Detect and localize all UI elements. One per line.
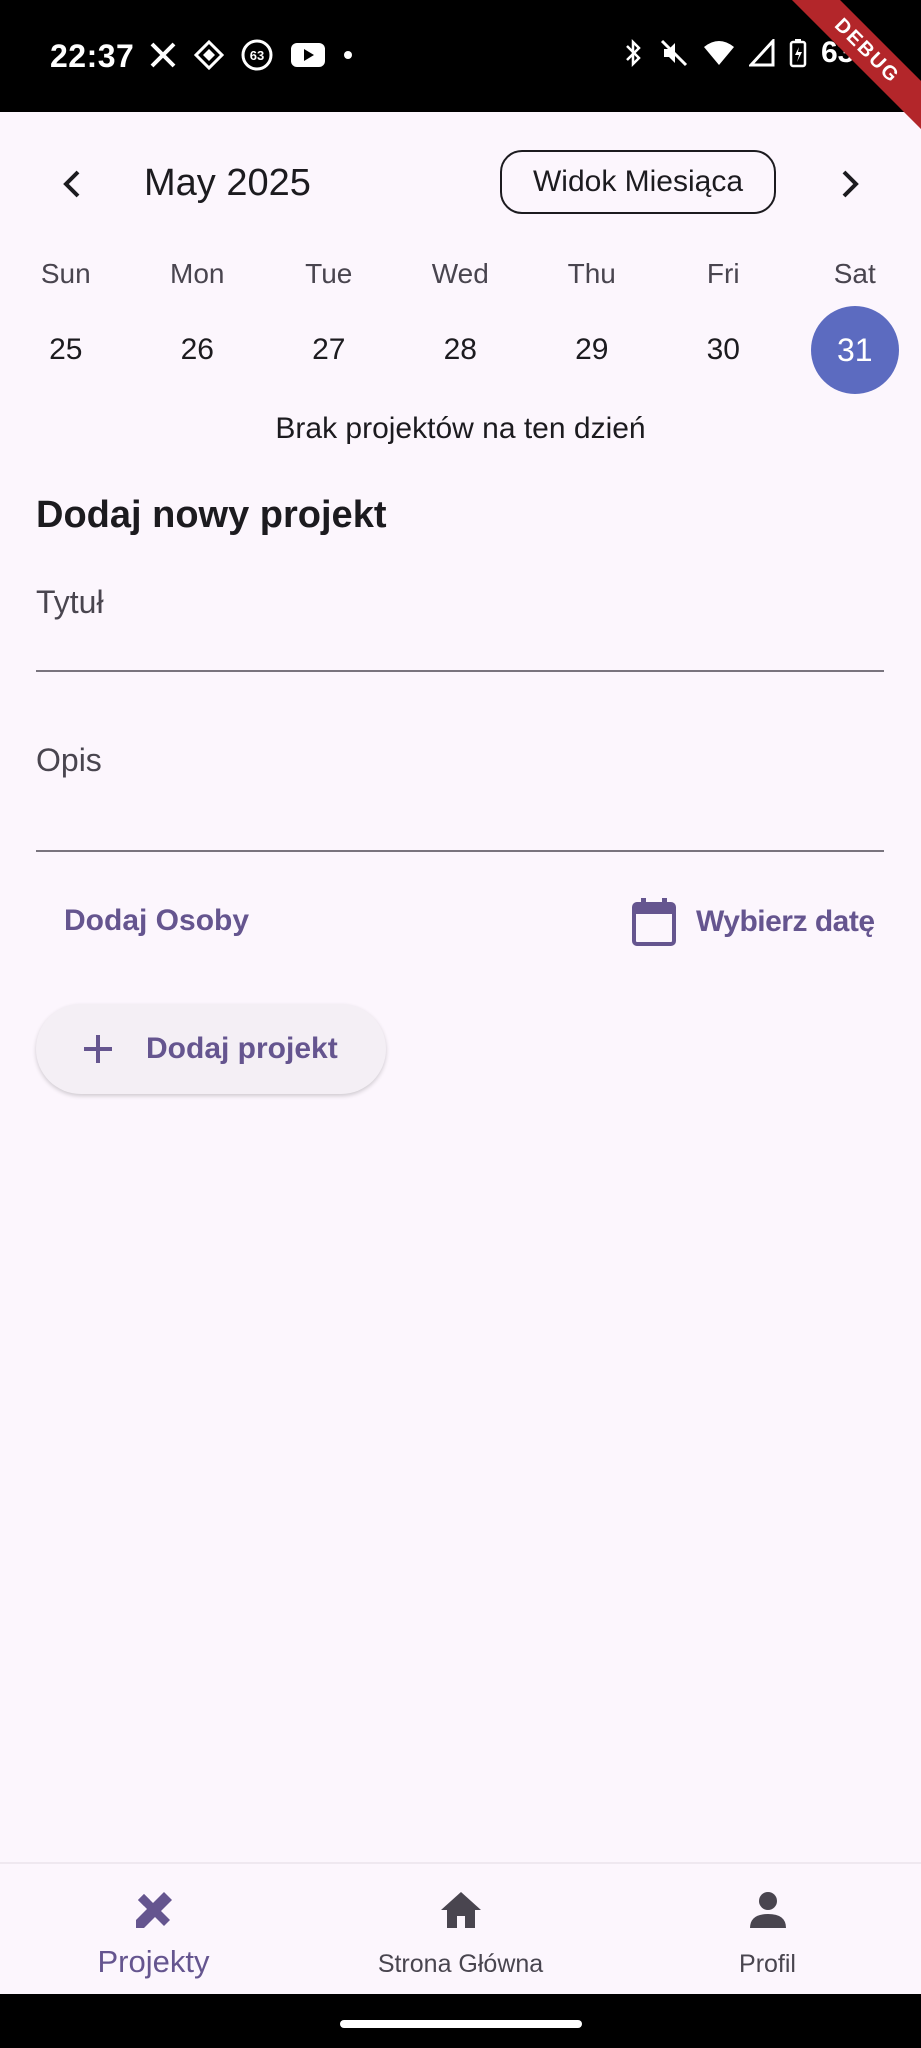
bluetooth-icon: [626, 38, 641, 68]
calendar-icon: [632, 898, 676, 946]
nav-item-projects[interactable]: Projekty: [0, 1864, 307, 1996]
pick-date-label: Wybierz datę: [696, 905, 875, 938]
diamond-app-icon: [194, 40, 224, 70]
title-field[interactable]: Tytuł: [36, 584, 884, 672]
description-field[interactable]: Opis: [36, 742, 884, 852]
weekday-row: Sun Mon Tue Wed Thu Fri Sat: [0, 258, 921, 290]
youtube-icon: [291, 43, 325, 67]
title-field-label: Tytuł: [36, 584, 104, 620]
tools-icon: [135, 1892, 172, 1928]
nav-label-home: Strona Główna: [377, 1950, 544, 1978]
counter-badge-icon: 63: [241, 39, 273, 71]
chevron-left-icon[interactable]: [52, 164, 92, 204]
day-cell[interactable]: 30: [658, 308, 790, 392]
weekday-label: Fri: [706, 258, 740, 289]
weekday-label: Sun: [40, 258, 91, 289]
day-cell[interactable]: 29: [526, 308, 658, 392]
description-field-label: Opis: [36, 742, 102, 778]
day-cell[interactable]: 25: [0, 308, 132, 392]
nav-label-projects: Projekty: [97, 1944, 210, 1979]
plus-icon: [84, 1035, 112, 1063]
month-view-button[interactable]: Widok Miesiąca: [500, 150, 776, 214]
day-cell[interactable]: 28: [395, 308, 527, 392]
selected-day-number: 31: [836, 332, 873, 368]
x-app-icon: [150, 42, 176, 68]
status-bar: 22:37 63 63% DEBUG: [0, 0, 921, 141]
day-row: 25 26 27 28 29 30 31: [0, 306, 921, 394]
signal-icon: [748, 39, 775, 67]
svg-text:63: 63: [250, 48, 264, 63]
section-title: Dodaj nowy projekt: [36, 494, 387, 536]
dot-icon: [344, 51, 352, 59]
battery-icon: [789, 39, 807, 68]
day-cell[interactable]: 27: [263, 308, 395, 392]
mute-icon: [660, 39, 688, 67]
person-icon: [749, 1892, 786, 1928]
status-time: 22:37: [50, 38, 135, 74]
weekday-label: Wed: [431, 258, 489, 289]
bottom-navigation: Projekty Strona Główna Profil: [0, 1862, 921, 1996]
gesture-bar: [0, 1994, 921, 2048]
home-icon: [440, 1892, 481, 1928]
empty-state-message: Brak projektów na ten dzień: [275, 412, 646, 445]
weekday-label: Tue: [305, 258, 353, 289]
add-project-button[interactable]: Dodaj projekt: [36, 1004, 386, 1094]
notification-icons: 63: [148, 38, 354, 72]
nav-label-profile: Profil: [739, 1950, 796, 1978]
chevron-right-icon[interactable]: [830, 164, 870, 204]
month-label: May 2025: [144, 162, 311, 204]
add-people-button[interactable]: Dodaj Osoby: [64, 904, 249, 938]
nav-item-profile[interactable]: Profil: [614, 1864, 921, 1996]
selected-day-cell[interactable]: 31: [789, 306, 921, 394]
gesture-handle[interactable]: [340, 2020, 582, 2028]
day-cell[interactable]: 26: [132, 308, 264, 392]
calendar-header: May 2025 Widok Miesiąca: [0, 112, 921, 260]
weekday-label: Sat: [833, 258, 876, 289]
wifi-icon: [703, 41, 734, 65]
weekday-label: Thu: [567, 258, 616, 289]
pick-date-button[interactable]: Wybierz datę: [630, 896, 875, 948]
weekday-label: Mon: [170, 258, 225, 289]
add-project-label: Dodaj projekt: [146, 1032, 338, 1065]
nav-item-home[interactable]: Strona Główna: [307, 1864, 614, 1996]
